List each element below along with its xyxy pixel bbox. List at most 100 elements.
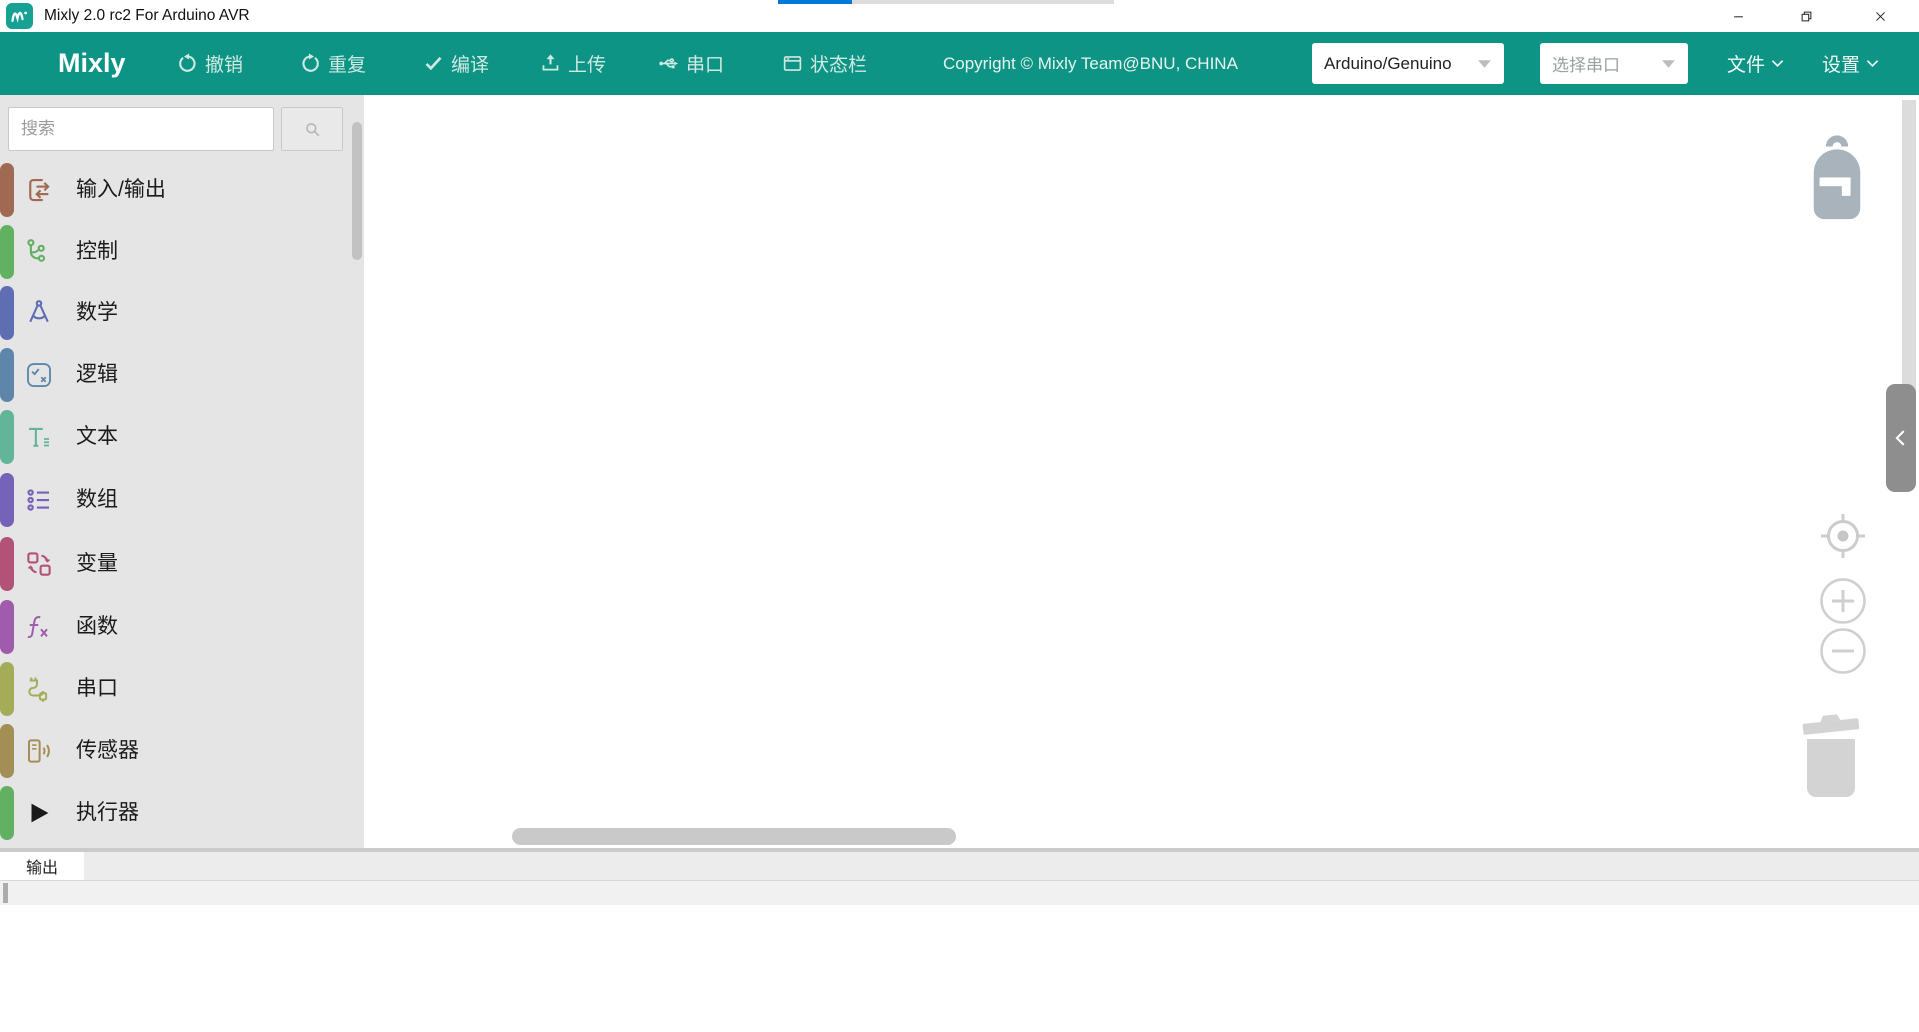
board-select-value: Arduino/Genuino [1324, 54, 1452, 74]
block-category-sidebar: 输入/输出控制数学逻辑文本数组变量函数串口传感器执行器 [0, 95, 364, 848]
category-label: 数学 [76, 286, 118, 340]
toolbar-button-label: 重复 [328, 50, 366, 77]
toolbar-button-upload[interactable]: 上传 [540, 32, 606, 95]
toolbar-button-serial[interactable]: 串口 [658, 32, 724, 95]
search-button[interactable] [281, 107, 343, 151]
category-color-pill [0, 786, 14, 840]
center-view-button[interactable] [1815, 508, 1871, 564]
category-label: 串口 [76, 662, 118, 716]
search-input[interactable] [8, 107, 274, 151]
search-icon [303, 120, 322, 139]
port-select[interactable]: 选择串口 [1540, 43, 1688, 84]
category-label: 函数 [76, 600, 118, 654]
list-icon [24, 485, 54, 515]
chevron-left-icon [1890, 425, 1912, 451]
main-toolbar: Mixly 撤销 重复 编译 上传 串口 状态栏 Copyright © Mixly Te… [0, 32, 1919, 95]
copyright-text: Copyright © Mixly Team@BNU, CHINA [943, 32, 1238, 95]
category-label: 执行器 [76, 786, 139, 840]
sidebar-category-math[interactable]: 数学 [0, 286, 348, 340]
toolbar-button-label: 撤销 [205, 50, 243, 77]
toolbar-button-label: 串口 [686, 50, 724, 77]
toolbar-button-undo[interactable]: 撤销 [177, 32, 243, 95]
toolbar-button-statusbar[interactable]: 状态栏 [782, 32, 867, 95]
category-color-pill [0, 348, 14, 402]
restore-button[interactable] [1780, 0, 1832, 32]
mixly-logo-icon [6, 3, 33, 29]
category-label: 文本 [76, 410, 118, 464]
category-label: 逻辑 [76, 348, 118, 402]
redo-icon [300, 53, 321, 74]
toolbar-button-label: 状态栏 [810, 50, 867, 77]
tab-output[interactable]: 输出 [0, 852, 84, 880]
blockly-workspace[interactable] [364, 95, 1919, 848]
branch-icon [24, 237, 54, 267]
sidebar-category-array[interactable]: 数组 [0, 473, 348, 527]
category-label: 控制 [76, 225, 118, 279]
category-color-pill [0, 662, 14, 716]
chevron-down-icon [1866, 59, 1879, 68]
backpack-icon[interactable] [1806, 130, 1868, 228]
sidebar-category-serial[interactable]: 串口 [0, 662, 348, 716]
sidebar-category-sensor[interactable]: 传感器 [0, 724, 348, 778]
trash-icon[interactable] [1798, 706, 1864, 802]
compile-check-icon [423, 53, 444, 74]
sidebar-category-text[interactable]: 文本 [0, 410, 348, 464]
category-color-pill [0, 286, 14, 340]
zoom-in-button[interactable] [1818, 576, 1868, 626]
statusbar-icon [782, 53, 803, 74]
category-color-pill [0, 163, 14, 217]
console-output[interactable] [0, 880, 1919, 905]
sidebar-category-logic[interactable]: 逻辑 [0, 348, 348, 402]
category-color-pill [0, 225, 14, 279]
usb-serial-icon [658, 53, 679, 74]
category-color-pill [0, 410, 14, 464]
category-color-pill [0, 600, 14, 654]
sidebar-category-variable[interactable]: 变量 [0, 537, 348, 591]
sidebar-scrollbar[interactable] [352, 122, 362, 260]
checkbox-icon [24, 360, 54, 390]
plus-icon [1818, 576, 1868, 626]
sensor-waves-icon [24, 736, 54, 766]
board-select[interactable]: Arduino/Genuino [1312, 43, 1504, 84]
workspace-horizontal-scrollbar[interactable] [512, 828, 956, 845]
category-label: 数组 [76, 473, 118, 527]
category-label: 变量 [76, 537, 118, 591]
sidebar-category-io[interactable]: 输入/输出 [0, 163, 348, 217]
code-panel-collapse-tab[interactable] [1886, 384, 1916, 492]
title-bar: Mixly 2.0 rc2 For Arduino AVR [0, 0, 1919, 32]
port-select-placeholder: 选择串口 [1552, 51, 1620, 76]
output-tabstrip: 输出 [0, 852, 1919, 880]
toolbar-button-compile[interactable]: 编译 [423, 32, 489, 95]
file-menu[interactable]: 文件 [1727, 32, 1784, 95]
close-button[interactable] [1854, 0, 1906, 32]
window-title: Mixly 2.0 rc2 For Arduino AVR [44, 0, 250, 32]
text-t-icon [24, 422, 54, 452]
settings-menu[interactable]: 设置 [1822, 32, 1879, 95]
fx-icon [24, 612, 54, 642]
toolbar-button-label: 编译 [451, 50, 489, 77]
sidebar-category-function[interactable]: 函数 [0, 600, 348, 654]
sidebar-category-actuator[interactable]: 执行器 [0, 786, 348, 840]
sidebar-category-control[interactable]: 控制 [0, 225, 348, 279]
mixly-brand[interactable]: Mixly [58, 32, 126, 95]
chevron-down-icon [1477, 59, 1492, 69]
top-gray-strip [852, 0, 1114, 4]
minus-icon [1818, 626, 1868, 676]
zoom-out-button[interactable] [1818, 626, 1868, 676]
upload-icon [540, 53, 561, 74]
console-caret [3, 883, 8, 903]
toolbar-button-redo[interactable]: 重复 [300, 32, 366, 95]
compass-icon [24, 298, 54, 328]
category-color-pill [0, 473, 14, 527]
chevron-down-icon [1771, 59, 1784, 68]
category-label: 传感器 [76, 724, 139, 778]
play-triangle-icon [24, 798, 54, 828]
minimize-button[interactable] [1712, 0, 1764, 32]
cable-icon [24, 674, 54, 704]
category-label: 输入/输出 [76, 163, 166, 217]
chevron-down-icon [1661, 59, 1676, 69]
toolbar-button-label: 上传 [568, 50, 606, 77]
input-output-icon [24, 175, 54, 205]
category-color-pill [0, 537, 14, 591]
category-color-pill [0, 724, 14, 778]
